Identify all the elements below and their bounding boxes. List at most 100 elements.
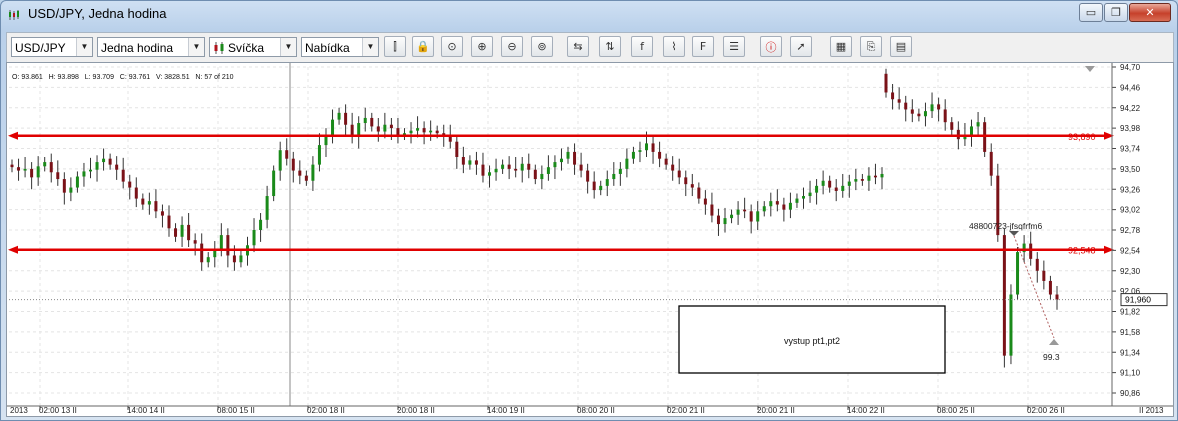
- candle-body: [409, 130, 413, 134]
- indicator-button[interactable]: ⌇: [663, 36, 685, 57]
- lock-button[interactable]: 🔒: [412, 36, 434, 57]
- timeframe-select[interactable]: Jedna hodina ▼: [97, 37, 205, 57]
- candle-body: [298, 170, 302, 176]
- candle-body: [252, 230, 256, 246]
- zoom-in-button[interactable]: ⊕: [471, 36, 493, 57]
- scroll-marker-icon: [1085, 66, 1095, 72]
- price-axis: 94,70 94,46 94,22 93,98 93,74 93,50 93,26 93,02…: [1085, 63, 1168, 406]
- candle-body: [638, 150, 642, 152]
- zoom-reset-button[interactable]: ⊚: [531, 36, 553, 57]
- y-tick-label: 92,78: [1120, 226, 1141, 235]
- candle-body: [897, 99, 901, 103]
- candle-body: [943, 109, 947, 123]
- lock-icon: 🔒: [416, 40, 430, 53]
- x-tick-label: 20:00 18 II: [397, 406, 435, 415]
- chevron-down-icon[interactable]: ▼: [76, 38, 92, 56]
- chart-type-select[interactable]: Svíčka ▼: [209, 37, 297, 57]
- period-separator-icon: ⫿: [393, 39, 397, 53]
- candle-body: [239, 255, 243, 263]
- candle-body: [573, 151, 577, 165]
- candle-body: [592, 181, 596, 191]
- restore-button[interactable]: ❐: [1104, 3, 1128, 22]
- candlestick-chart[interactable]: 93,890 92,548 94,70 94,46 94,22 93,98 93,74 93…: [7, 63, 1173, 416]
- offer-side-value: Nabídka: [305, 41, 350, 55]
- candle-body: [847, 181, 851, 186]
- chart-app-icon: [9, 10, 19, 20]
- candle-body: [976, 122, 980, 127]
- candle-body: [455, 141, 459, 157]
- candle-body: [520, 163, 524, 171]
- candle-body: [265, 196, 269, 220]
- candle-body: [219, 235, 223, 250]
- x-tick-label: 20:00 21 II: [757, 406, 795, 415]
- candle-body: [507, 164, 511, 169]
- candle-body: [95, 162, 99, 170]
- candle-body: [802, 196, 806, 199]
- candle-body: [102, 158, 106, 163]
- candle-body: [579, 164, 583, 171]
- save-template-button[interactable]: ⎘: [860, 36, 882, 57]
- y-axis-scale-button[interactable]: ⇅: [599, 36, 621, 57]
- order-marker-icon: [1009, 231, 1019, 236]
- y-tick-label: 93,02: [1120, 206, 1141, 215]
- y-tick-label: 92,30: [1120, 267, 1141, 276]
- symbol-select[interactable]: USD/JPY ▼: [11, 37, 93, 57]
- candle-body: [108, 158, 112, 165]
- formula-button[interactable]: F: [692, 36, 714, 57]
- candle-body: [481, 164, 485, 176]
- candle-body: [989, 151, 993, 176]
- candle-body: [488, 172, 492, 176]
- candle-body: [226, 235, 230, 256]
- chevron-down-icon[interactable]: ▼: [362, 38, 378, 56]
- candle-body: [1009, 294, 1013, 356]
- zoom-fit-button[interactable]: ⊙: [441, 36, 463, 57]
- minimize-button[interactable]: ▭: [1079, 3, 1103, 22]
- chevron-down-icon[interactable]: ▼: [188, 38, 204, 56]
- candle-body: [664, 158, 668, 165]
- zoom-in-icon: ⊕: [477, 40, 487, 53]
- color-settings-button[interactable]: ▦: [830, 36, 852, 57]
- zoom-fit-icon: ⊙: [447, 40, 457, 53]
- candle-body: [950, 122, 954, 130]
- title-bar[interactable]: USD/JPY, Jedna hodina ▭ ❐ ✕: [1, 1, 1177, 29]
- shift-chart-button[interactable]: ⇆: [567, 36, 589, 57]
- candle-body: [278, 150, 282, 171]
- offer-side-select[interactable]: Nabídka ▼: [301, 37, 379, 57]
- cursor-button[interactable]: ➚: [790, 36, 812, 57]
- chevron-down-icon[interactable]: ▼: [280, 38, 296, 56]
- chart-type-value: Svíčka: [228, 41, 265, 55]
- candle-body: [553, 162, 557, 168]
- zoom-out-icon: ⊖: [507, 40, 517, 53]
- zoom-out-button[interactable]: ⊖: [501, 36, 523, 57]
- level-label: 92,548: [1068, 246, 1096, 256]
- close-button[interactable]: ✕: [1129, 3, 1171, 22]
- zoom-reset-icon: ⊚: [537, 40, 547, 53]
- save-template-icon: ⎘: [866, 39, 876, 53]
- candle-body: [75, 176, 79, 188]
- function-button[interactable]: f: [631, 36, 653, 57]
- candle-body: [468, 160, 472, 165]
- candle-body: [1016, 252, 1020, 295]
- candle-body: [697, 187, 701, 199]
- candle-body: [769, 201, 773, 207]
- candle-body: [1002, 235, 1006, 356]
- chart-area[interactable]: O: 93.861 H: 93.898 L: 93.709 C: 93.761 …: [6, 62, 1174, 417]
- candle-body: [56, 172, 60, 180]
- x-tick-label: 14:00 19 II: [487, 406, 525, 415]
- news-button[interactable]: ☰: [723, 36, 745, 57]
- candle-body: [69, 187, 73, 193]
- properties-button[interactable]: ▤: [890, 36, 912, 57]
- period-separator-button[interactable]: ⫿: [384, 36, 406, 57]
- candle-body: [429, 130, 433, 133]
- candle-body: [923, 111, 927, 117]
- info-button[interactable]: ⓘ: [760, 36, 782, 57]
- candle-body: [821, 180, 825, 186]
- candle-body: [795, 198, 799, 203]
- candle-body: [710, 204, 714, 216]
- time-axis: 2013 02:00 13 II 14:00 14 II 08:00 15 II 02:…: [7, 405, 1173, 415]
- candle-body: [187, 224, 191, 241]
- candle-body: [82, 171, 86, 177]
- candle-body: [788, 202, 792, 210]
- candle-body: [370, 117, 374, 127]
- color-settings-icon: ▦: [835, 40, 847, 53]
